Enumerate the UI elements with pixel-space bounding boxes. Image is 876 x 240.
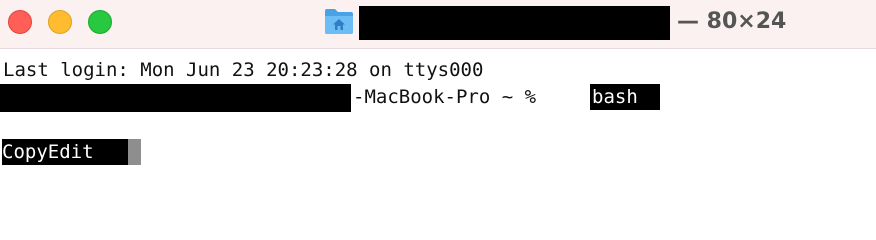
close-window-button[interactable] (8, 10, 32, 34)
home-folder-icon (325, 9, 353, 34)
redacted-window-title (359, 6, 670, 40)
terminal-window: — 80×24 Last login: Mon Jun 23 20:23:28 … (0, 0, 876, 240)
output-text-selected[interactable]: CopyEdit (2, 139, 128, 165)
terminal-content[interactable]: Last login: Mon Jun 23 20:23:28 on ttys0… (0, 49, 876, 240)
window-size-label: — 80×24 (677, 9, 787, 34)
last-login-line: Last login: Mon Jun 23 20:23:28 on ttys0… (3, 59, 484, 81)
prompt-host-text: -MacBook-Pro ~ % (353, 86, 548, 108)
text-cursor (128, 139, 141, 165)
title-bar[interactable]: — 80×24 (0, 0, 876, 49)
redacted-username (0, 84, 351, 112)
zoom-window-button[interactable] (88, 10, 112, 34)
minimize-window-button[interactable] (48, 10, 72, 34)
command-text-selected[interactable]: bash (590, 84, 660, 110)
